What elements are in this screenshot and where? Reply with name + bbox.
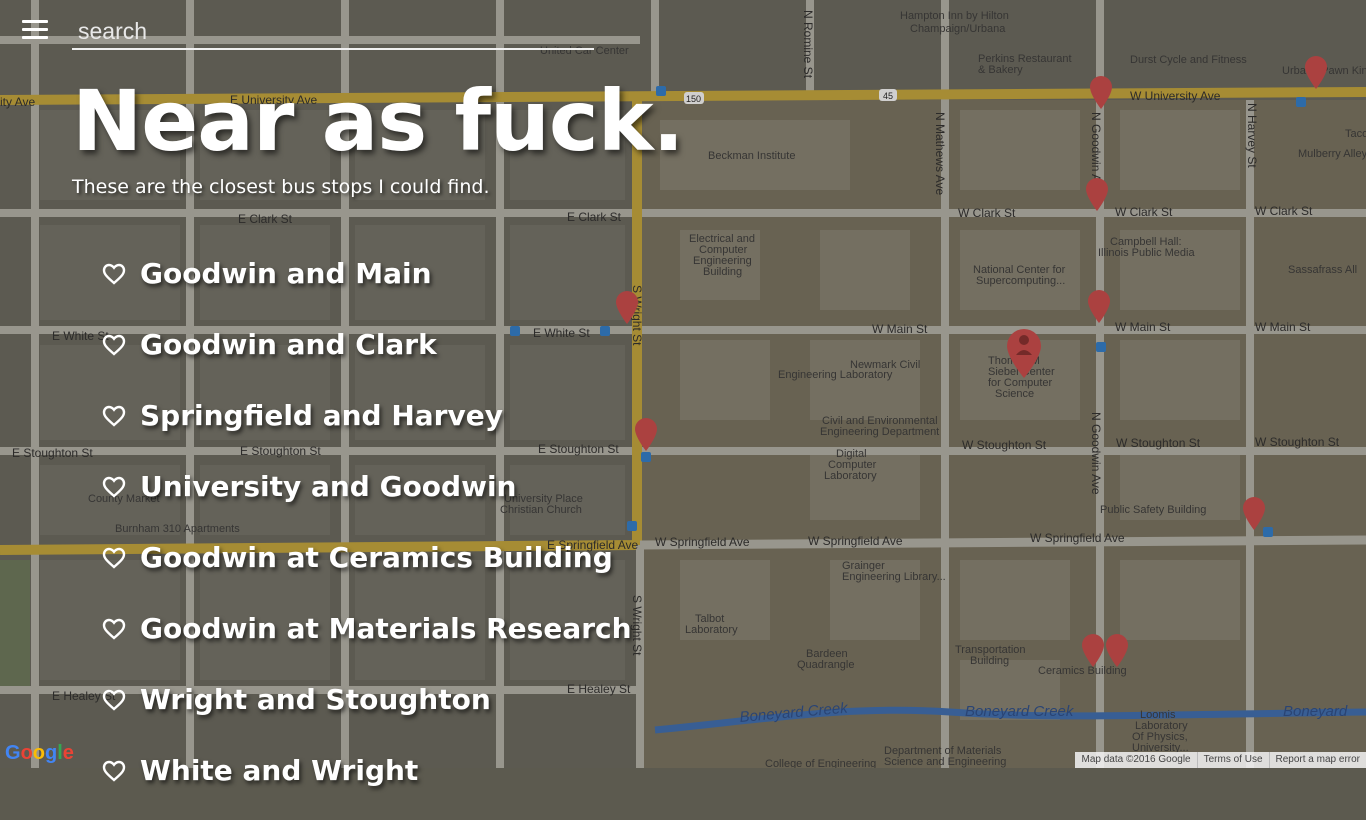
heart-icon[interactable] <box>102 688 126 712</box>
svg-text:Boneyard Creek: Boneyard Creek <box>965 703 1075 720</box>
svg-text:E Stoughton St: E Stoughton St <box>12 446 93 460</box>
svg-text:Public Safety Building: Public Safety Building <box>1100 504 1206 516</box>
svg-text:& Bakery: & Bakery <box>978 64 1023 76</box>
bus-stop-label: Goodwin and Main <box>140 257 432 290</box>
bus-stop-item[interactable]: Wright and Stoughton <box>102 678 632 749</box>
svg-text:Supercomputing...: Supercomputing... <box>976 275 1065 287</box>
bus-stop-item[interactable]: Springfield and Harvey <box>102 394 632 465</box>
svg-text:W Clark St: W Clark St <box>1115 205 1173 219</box>
svg-text:S Wright St: S Wright St <box>630 595 644 656</box>
bus-stop-label: Goodwin and Clark <box>140 328 437 361</box>
svg-text:E Clark St: E Clark St <box>567 210 622 224</box>
heart-icon[interactable] <box>102 617 126 641</box>
svg-text:E Clark St: E Clark St <box>238 212 293 226</box>
svg-text:Taco: Taco <box>1345 128 1366 140</box>
bus-stop-label: University and Goodwin <box>140 470 517 503</box>
svg-text:Science: Science <box>995 388 1034 400</box>
page-title: Near as fuck. <box>72 72 684 170</box>
svg-text:Building: Building <box>703 266 742 278</box>
svg-text:College of Engineering: College of Engineering <box>765 758 876 768</box>
bus-stop-item[interactable]: Goodwin and Main <box>102 252 632 323</box>
bus-stop-list: Goodwin and Main Goodwin and Clark Sprin… <box>102 252 632 820</box>
svg-text:N Mathews Ave: N Mathews Ave <box>933 112 947 195</box>
svg-text:Boneyard: Boneyard <box>1283 703 1348 720</box>
svg-text:N Romine St: N Romine St <box>801 10 815 79</box>
heart-icon[interactable] <box>102 262 126 286</box>
report-map-error-link[interactable]: Report a map error <box>1268 752 1366 768</box>
svg-text:Engineering Department: Engineering Department <box>820 426 939 438</box>
heart-icon[interactable] <box>102 404 126 428</box>
svg-text:W Main St: W Main St <box>872 322 928 336</box>
svg-text:W Springfield Ave: W Springfield Ave <box>808 534 903 548</box>
svg-text:Building: Building <box>970 655 1009 667</box>
svg-text:45: 45 <box>883 91 893 101</box>
bus-stop-item[interactable]: Goodwin and Clark <box>102 323 632 394</box>
bus-stop-item[interactable]: Goodwin at Materials Research <box>102 607 632 678</box>
bus-stop-label: Goodwin at Ceramics Building <box>140 541 613 574</box>
svg-text:Science and Engineering: Science and Engineering <box>884 756 1006 768</box>
svg-text:E White St: E White St <box>52 329 109 343</box>
svg-text:N Harvey St: N Harvey St <box>1245 103 1259 168</box>
heart-icon[interactable] <box>102 333 126 357</box>
svg-text:W Clark St: W Clark St <box>958 206 1016 220</box>
hamburger-icon <box>22 20 48 23</box>
svg-text:W Stoughton St: W Stoughton St <box>962 438 1047 452</box>
map-data-credit: Map data ©2016 Google <box>1081 754 1191 765</box>
svg-text:Beckman Institute: Beckman Institute <box>708 150 795 162</box>
google-logo[interactable]: Google <box>5 742 74 765</box>
svg-text:Hampton Inn by Hilton: Hampton Inn by Hilton <box>900 10 1009 22</box>
svg-text:W Springfield Ave: W Springfield Ave <box>655 535 750 549</box>
svg-text:Laboratory: Laboratory <box>824 470 877 482</box>
svg-text:W Stoughton St: W Stoughton St <box>1255 435 1340 449</box>
search-input[interactable] <box>72 14 594 50</box>
terms-of-use-link[interactable]: Terms of Use <box>1196 752 1269 768</box>
bus-stop-item[interactable]: University and Goodwin <box>102 465 632 536</box>
svg-text:W Stoughton St: W Stoughton St <box>1116 436 1201 450</box>
svg-text:Quadrangle: Quadrangle <box>797 659 855 671</box>
svg-text:N Goodwin Ave: N Goodwin Ave <box>1089 412 1103 495</box>
svg-text:Ceramics Building: Ceramics Building <box>1038 665 1127 677</box>
heart-icon[interactable] <box>102 546 126 570</box>
svg-text:W Clark St: W Clark St <box>1255 204 1313 218</box>
svg-text:Engineering Library...: Engineering Library... <box>842 571 946 583</box>
page-subtitle: These are the closest bus stops I could … <box>72 176 490 198</box>
bus-stop-label: White and Wright <box>140 754 419 787</box>
svg-text:W University Ave: W University Ave <box>1130 89 1221 103</box>
heart-icon[interactable] <box>102 475 126 499</box>
svg-text:Laboratory: Laboratory <box>685 624 738 636</box>
svg-text:Sassafrass All: Sassafrass All <box>1288 264 1357 276</box>
svg-text:Mulberry Alley: Mulberry Alley <box>1298 148 1366 160</box>
bus-stop-label: Wright and Stoughton <box>140 683 491 716</box>
svg-text:Engineering Laboratory: Engineering Laboratory <box>778 369 893 381</box>
svg-text:Durst Cycle and Fitness: Durst Cycle and Fitness <box>1130 54 1247 66</box>
svg-text:Illinois Public Media: Illinois Public Media <box>1098 247 1195 259</box>
menu-button[interactable] <box>22 20 48 42</box>
bus-stop-item[interactable]: Goodwin at Ceramics Building <box>102 536 632 607</box>
svg-text:W Main St: W Main St <box>1255 320 1311 334</box>
svg-text:W Springfield Ave: W Springfield Ave <box>1030 531 1125 545</box>
heart-icon[interactable] <box>102 759 126 783</box>
svg-text:ity Ave: ity Ave <box>0 95 35 109</box>
bus-stop-label: Goodwin at Materials Research <box>140 612 632 645</box>
bus-stop-item[interactable]: White and Wright <box>102 749 632 820</box>
svg-text:Champaign/Urbana: Champaign/Urbana <box>910 23 1006 35</box>
svg-text:W Main St: W Main St <box>1115 320 1171 334</box>
bus-stop-label: Springfield and Harvey <box>140 399 503 432</box>
map-attribution: Map data ©2016 Google Terms of Use Repor… <box>1075 752 1366 768</box>
svg-text:150: 150 <box>686 94 701 104</box>
